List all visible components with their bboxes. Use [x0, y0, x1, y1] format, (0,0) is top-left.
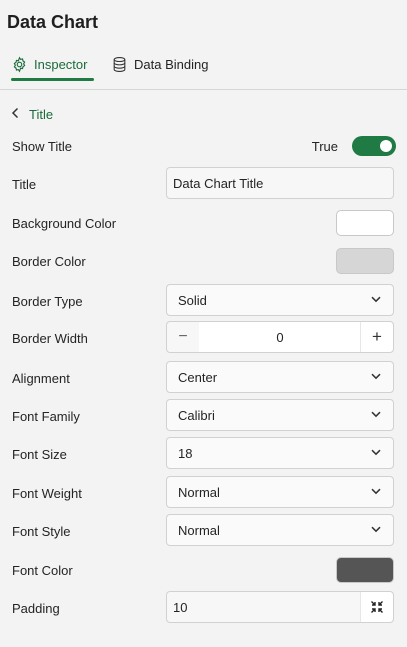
- border-type-label: Border Type: [12, 293, 83, 309]
- tab-inspector[interactable]: Inspector: [11, 48, 94, 81]
- database-icon: [111, 56, 128, 73]
- row-background-color: Background Color: [0, 206, 407, 240]
- row-font-family: Font Family Calibri: [0, 399, 407, 433]
- decrement-button[interactable]: −: [167, 322, 199, 352]
- background-color-label: Background Color: [12, 215, 117, 231]
- plus-icon: +: [372, 327, 382, 346]
- font-weight-label: Font Weight: [12, 485, 82, 501]
- alignment-label: Alignment: [12, 370, 70, 386]
- font-weight-value: Normal: [178, 484, 220, 500]
- row-padding: Padding 10: [0, 591, 407, 625]
- alignment-select[interactable]: Center: [166, 361, 394, 393]
- chevron-down-icon: [371, 373, 381, 380]
- collapse-icon: [371, 601, 383, 613]
- show-title-control: True: [312, 129, 396, 163]
- padding-value: 10: [173, 599, 188, 615]
- panel-title: Data Chart: [7, 12, 99, 32]
- minus-icon: −: [178, 328, 188, 345]
- border-width-stepper: − 0 +: [166, 321, 394, 353]
- border-color-label: Border Color: [12, 253, 86, 269]
- show-title-label: Show Title: [12, 138, 72, 154]
- border-color-swatch[interactable]: [336, 248, 394, 274]
- font-weight-select[interactable]: Normal: [166, 476, 394, 508]
- tab-data-binding[interactable]: Data Binding: [111, 48, 211, 80]
- padding-input[interactable]: 10: [166, 591, 394, 623]
- border-type-select[interactable]: Solid: [166, 284, 394, 316]
- breadcrumb-back[interactable]: Title: [11, 107, 53, 122]
- font-size-value: 18: [178, 445, 193, 461]
- font-style-label: Font Style: [12, 523, 71, 539]
- tab-inspector-label: Inspector: [34, 56, 88, 72]
- row-border-color: Border Color: [0, 244, 407, 278]
- show-title-toggle[interactable]: [352, 136, 396, 156]
- tab-data-binding-label: Data Binding: [134, 56, 209, 72]
- tab-bar: Inspector Data Binding: [0, 48, 407, 90]
- font-family-select[interactable]: Calibri: [166, 399, 394, 431]
- font-style-value: Normal: [178, 522, 220, 538]
- toggle-knob: [380, 140, 392, 152]
- font-color-label: Font Color: [12, 562, 73, 578]
- border-type-value: Solid: [178, 292, 207, 308]
- border-width-label: Border Width: [12, 330, 88, 346]
- title-label: Title: [12, 176, 37, 192]
- row-font-color: Font Color: [0, 553, 407, 587]
- font-family-value: Calibri: [178, 407, 215, 423]
- row-alignment: Alignment Center: [0, 361, 407, 395]
- font-family-label: Font Family: [12, 408, 80, 424]
- font-color-swatch[interactable]: [336, 557, 394, 583]
- font-size-select[interactable]: 18: [166, 437, 394, 469]
- row-show-title: Show Title True: [0, 129, 407, 163]
- breadcrumb-label: Title: [29, 107, 54, 122]
- show-title-value: True: [311, 138, 338, 154]
- chevron-down-icon: [371, 526, 381, 533]
- row-font-style: Font Style Normal: [0, 514, 407, 548]
- chevron-down-icon: [371, 488, 381, 495]
- gear-icon: [11, 56, 28, 73]
- row-title: Title Data Chart Title: [0, 167, 407, 201]
- header-divider: [0, 89, 407, 90]
- font-style-select[interactable]: Normal: [166, 514, 394, 546]
- chevron-down-icon: [371, 449, 381, 456]
- increment-button[interactable]: +: [360, 322, 393, 352]
- row-font-size: Font Size 18: [0, 437, 407, 471]
- title-input-value: Data Chart Title: [173, 175, 264, 191]
- chevron-down-icon: [371, 411, 381, 418]
- row-font-weight: Font Weight Normal: [0, 476, 407, 510]
- row-border-width: Border Width − 0 +: [0, 321, 407, 355]
- padding-toggle-button[interactable]: [360, 592, 393, 622]
- padding-label: Padding: [12, 600, 60, 616]
- title-input[interactable]: Data Chart Title: [166, 167, 394, 199]
- alignment-value: Center: [178, 369, 218, 385]
- chevron-left-icon: [11, 107, 20, 122]
- row-border-type: Border Type Solid: [0, 284, 407, 318]
- chevron-down-icon: [371, 296, 381, 303]
- background-color-swatch[interactable]: [336, 210, 394, 236]
- font-size-label: Font Size: [12, 446, 67, 462]
- border-width-input[interactable]: 0: [199, 322, 361, 352]
